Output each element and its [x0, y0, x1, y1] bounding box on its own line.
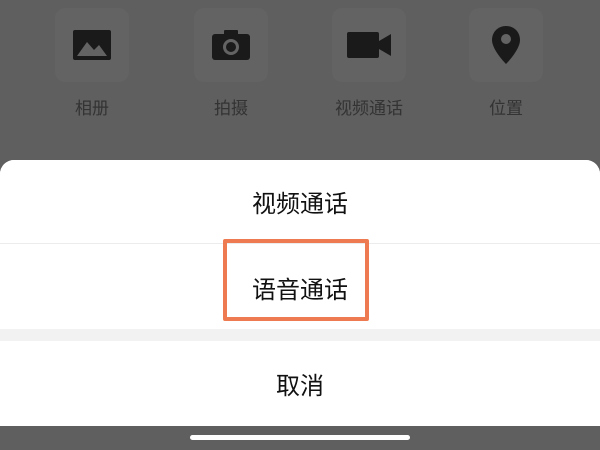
cancel-button[interactable]: 取消	[0, 341, 600, 426]
sheet-divider	[0, 329, 600, 341]
location-option[interactable]: 位置	[444, 8, 568, 126]
video-call-button[interactable]: 视频通话	[0, 160, 600, 244]
photo-album-icon	[73, 30, 111, 60]
capture-label: 拍摄	[214, 99, 248, 119]
video-call-tile	[332, 8, 406, 82]
camera-icon	[212, 30, 250, 60]
attachment-panel: 相册 拍摄 视频通话 位置	[0, 0, 600, 160]
home-indicator[interactable]	[190, 435, 410, 440]
location-tile	[469, 8, 543, 82]
capture-tile	[194, 8, 268, 82]
location-pin-icon	[492, 26, 520, 64]
album-option[interactable]: 相册	[30, 8, 154, 126]
voice-call-highlight-box	[223, 239, 369, 321]
album-tile	[55, 8, 129, 82]
video-camera-icon	[347, 32, 391, 58]
location-label: 位置	[489, 99, 523, 119]
capture-option[interactable]: 拍摄	[169, 8, 293, 126]
video-call-label: 视频通话	[335, 99, 403, 119]
album-label: 相册	[75, 99, 109, 119]
video-call-option[interactable]: 视频通话	[307, 8, 431, 126]
